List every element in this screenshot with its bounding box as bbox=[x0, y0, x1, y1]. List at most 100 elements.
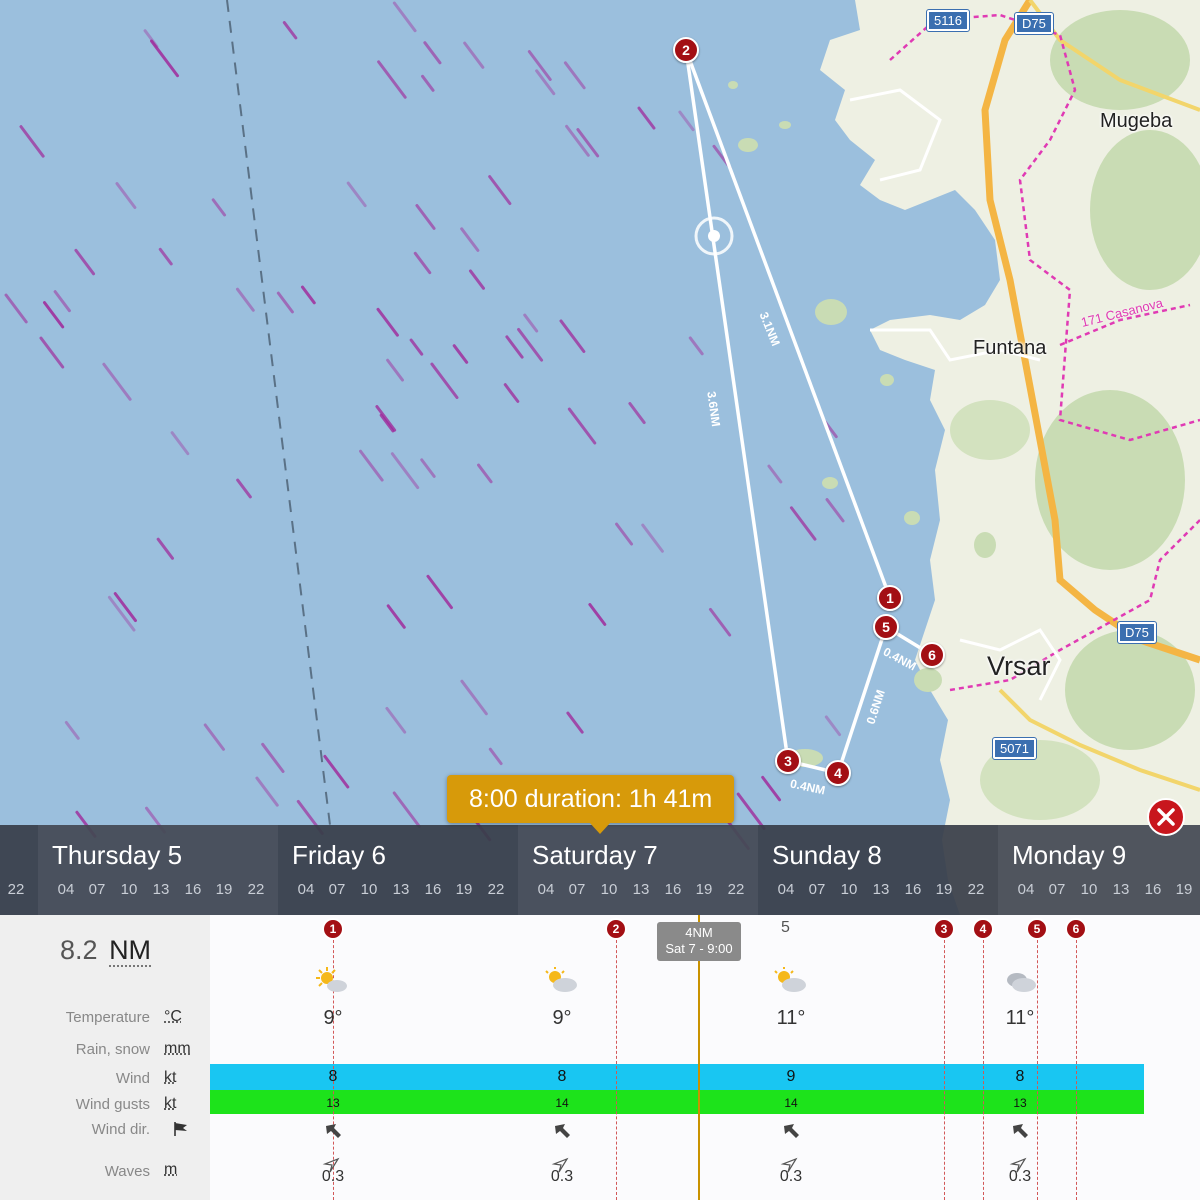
hour-label: 10 bbox=[840, 881, 858, 898]
hour-label: 04 bbox=[537, 881, 555, 898]
timeline-day-thursday[interactable]: Thursday 5 04 07 10 13 16 19 22 bbox=[38, 825, 278, 915]
cloud-sun-icon bbox=[774, 967, 806, 992]
timeline-day-friday[interactable]: Friday 6 04 07 10 13 16 19 22 bbox=[278, 825, 518, 915]
island bbox=[914, 668, 942, 692]
hour-label: 13 bbox=[872, 881, 890, 898]
wind-value: 8 bbox=[1015, 1068, 1025, 1085]
road-shield-5071: 5071 bbox=[992, 737, 1037, 760]
place-label-vrsar: Vrsar bbox=[987, 651, 1051, 681]
waves-unit[interactable]: m bbox=[164, 1161, 177, 1179]
rain-unit[interactable]: mm bbox=[164, 1040, 191, 1058]
gust-value: 14 bbox=[555, 1096, 569, 1110]
island bbox=[779, 121, 791, 129]
road-shield-d75: D75 bbox=[1014, 12, 1054, 35]
close-icon bbox=[1157, 808, 1175, 826]
hour-label: 10 bbox=[360, 881, 378, 898]
wind-unit[interactable]: kt bbox=[164, 1069, 176, 1087]
timeline-bar[interactable]: 22 Thursday 5 04 07 10 13 16 19 22 Frida… bbox=[0, 825, 1200, 915]
current-position-dot bbox=[708, 230, 720, 242]
current-time: Sat 7 - 9:00 bbox=[665, 941, 733, 956]
waypoint-marker-6[interactable]: 6 bbox=[1065, 918, 1087, 940]
waypoint-marker-2[interactable]: 2 bbox=[605, 918, 627, 940]
hour-label: 16 bbox=[184, 881, 202, 898]
hour-label: 13 bbox=[152, 881, 170, 898]
temperature-value: 9° bbox=[323, 1007, 343, 1029]
day-name: Sunday 8 bbox=[772, 840, 882, 870]
forecast-grid[interactable]: 1 2 3 4 5 6 5 4NM Sat 7 - 9:00 9° 8 13 0… bbox=[210, 915, 1200, 1200]
forest-area bbox=[1050, 10, 1190, 110]
row-label-wind: Wind bbox=[115, 1070, 150, 1087]
hour-label: 10 bbox=[600, 881, 618, 898]
day-name: Monday 9 bbox=[1012, 840, 1127, 870]
timeline-day-sunday[interactable]: Sunday 8 04 07 10 13 16 19 22 bbox=[758, 825, 998, 915]
hour-label: 07 bbox=[1048, 881, 1066, 898]
waypoint-marker-4[interactable]: 4 bbox=[972, 918, 994, 940]
gust-value: 13 bbox=[1013, 1096, 1027, 1110]
wave-value: 0.3 bbox=[321, 1168, 345, 1185]
distance-value: 8.2 bbox=[60, 935, 98, 965]
hour-label: 07 bbox=[808, 881, 826, 898]
wind-direction-arrow bbox=[1013, 1124, 1028, 1138]
waypoint-4[interactable]: 4 bbox=[825, 760, 851, 786]
place-label-funtana: Funtana bbox=[973, 337, 1047, 359]
hour-label: 16 bbox=[904, 881, 922, 898]
current-time-tag: 4NM Sat 7 - 9:00 bbox=[657, 922, 741, 961]
distance-unit[interactable]: NM bbox=[109, 935, 152, 967]
island bbox=[974, 532, 996, 558]
gusts-unit[interactable]: kt bbox=[164, 1095, 176, 1113]
flag-icon[interactable] bbox=[172, 1121, 190, 1137]
wind-direction-arrow bbox=[784, 1124, 799, 1138]
waypoint-2[interactable]: 2 bbox=[673, 37, 699, 63]
waypoint-line bbox=[944, 935, 945, 1200]
hour-label: 07 bbox=[88, 881, 106, 898]
cloud-icon bbox=[1007, 973, 1036, 992]
hour-label: 19 bbox=[1175, 881, 1193, 898]
hour-label: 07 bbox=[568, 881, 586, 898]
waypoint-marker-3[interactable]: 3 bbox=[933, 918, 955, 940]
hour-label: 07 bbox=[328, 881, 346, 898]
waypoint-3[interactable]: 3 bbox=[775, 748, 801, 774]
temperature-unit[interactable]: °C bbox=[164, 1008, 182, 1026]
hour-label: 16 bbox=[664, 881, 682, 898]
waypoint-6[interactable]: 6 bbox=[919, 642, 945, 668]
hour-label: 19 bbox=[695, 881, 713, 898]
hour-label: 04 bbox=[777, 881, 795, 898]
cloud-sun-icon bbox=[545, 967, 577, 992]
gust-value: 13 bbox=[326, 1096, 340, 1110]
wind-value: 9 bbox=[786, 1068, 796, 1085]
road-shield-5116: 5116 bbox=[926, 9, 970, 32]
hour-label: 22 bbox=[487, 881, 505, 898]
timeline-day[interactable]: 22 bbox=[0, 825, 38, 915]
forest-area bbox=[950, 400, 1030, 460]
waypoint-1[interactable]: 1 bbox=[877, 585, 903, 611]
hour-label: 16 bbox=[1144, 881, 1162, 898]
hour-label: 19 bbox=[455, 881, 473, 898]
hour-label: 13 bbox=[392, 881, 410, 898]
road-shield-d75: D75 bbox=[1117, 621, 1157, 644]
day-name: Thursday 5 bbox=[52, 840, 183, 870]
hour-label: 04 bbox=[1017, 881, 1035, 898]
island bbox=[822, 477, 838, 489]
island bbox=[738, 138, 758, 152]
waypoint-marker-5[interactable]: 5 bbox=[1026, 918, 1048, 940]
timeline-day-saturday[interactable]: Saturday 7 04 07 10 13 16 19 22 bbox=[518, 825, 758, 915]
hour-label: 19 bbox=[215, 881, 233, 898]
wave-value: 0.3 bbox=[779, 1168, 803, 1185]
timeline-day-monday[interactable]: Monday 9 04 07 10 13 16 19 bbox=[998, 825, 1200, 915]
hour-label: 13 bbox=[1112, 881, 1130, 898]
close-button[interactable] bbox=[1147, 798, 1185, 836]
hour-label: 16 bbox=[424, 881, 442, 898]
row-label-rain: Rain, snow bbox=[75, 1041, 150, 1058]
row-label-waves: Waves bbox=[104, 1163, 150, 1180]
temperature-value: 11° bbox=[776, 1007, 806, 1029]
waypoint-marker-1[interactable]: 1 bbox=[322, 918, 344, 940]
wind-value: 8 bbox=[328, 1068, 338, 1085]
wind-value: 8 bbox=[557, 1068, 567, 1085]
waypoint-5[interactable]: 5 bbox=[873, 614, 899, 640]
day-name: Saturday 7 bbox=[532, 840, 658, 870]
wave-value: 0.3 bbox=[550, 1168, 574, 1185]
island bbox=[880, 374, 894, 386]
waypoint-line bbox=[983, 935, 984, 1200]
wind-direction-arrow bbox=[555, 1124, 570, 1138]
row-labels-sidebar: 8.2 NM Temperature °C Rain, snow mm Wind… bbox=[0, 915, 210, 1200]
